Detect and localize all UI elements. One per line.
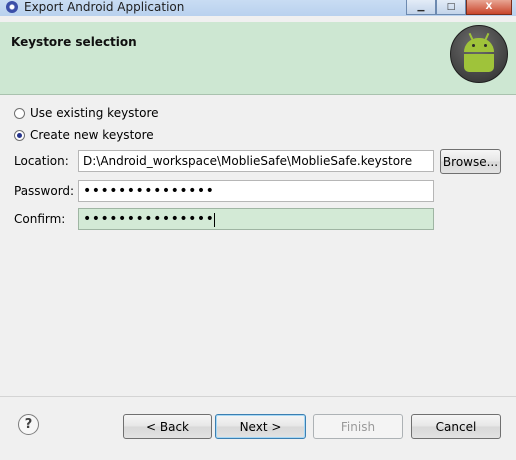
text-caret	[214, 212, 216, 227]
location-field[interactable]: D:\Android_workspace\MoblieSafe\MoblieSa…	[78, 150, 434, 172]
password-field[interactable]: •••••••••••••••	[78, 180, 434, 202]
password-value: •••••••••••••••	[83, 183, 215, 199]
eclipse-icon	[6, 1, 18, 13]
create-new-keystore-option[interactable]: Create new keystore	[14, 128, 154, 142]
create-new-keystore-label: Create new keystore	[30, 128, 154, 142]
minimize-button[interactable]: ▁	[406, 0, 436, 15]
location-label: Location:	[14, 154, 69, 168]
page-title: Keystore selection	[11, 35, 137, 49]
android-icon	[450, 25, 508, 83]
back-button[interactable]: < Back	[123, 414, 212, 439]
window-title: Export Android Application	[24, 0, 185, 14]
title-bar[interactable]: Export Android Application ▁ □ X	[0, 0, 516, 16]
help-icon[interactable]: ?	[18, 414, 39, 435]
maximize-icon: □	[446, 2, 456, 12]
divider	[0, 396, 516, 397]
close-button[interactable]: X	[466, 0, 512, 15]
confirm-field[interactable]: •••••••••••••••	[78, 208, 434, 230]
minimize-icon: ▁	[417, 2, 425, 12]
maximize-button[interactable]: □	[436, 0, 466, 15]
use-existing-keystore-label: Use existing keystore	[30, 106, 159, 120]
next-button[interactable]: Next >	[215, 414, 306, 439]
finish-button[interactable]: Finish	[313, 414, 403, 439]
confirm-label: Confirm:	[14, 212, 66, 226]
radio-unchecked-icon[interactable]	[14, 107, 25, 119]
password-label: Password:	[14, 184, 75, 198]
use-existing-keystore-option[interactable]: Use existing keystore	[14, 106, 159, 120]
radio-checked-icon[interactable]	[14, 129, 25, 141]
confirm-value: •••••••••••••••	[83, 211, 215, 227]
cancel-button[interactable]: Cancel	[411, 414, 501, 439]
browse-button[interactable]: Browse...	[440, 149, 501, 174]
close-icon: X	[485, 2, 493, 12]
wizard-header: Keystore selection	[0, 22, 516, 95]
window-controls: ▁ □ X	[406, 0, 512, 15]
